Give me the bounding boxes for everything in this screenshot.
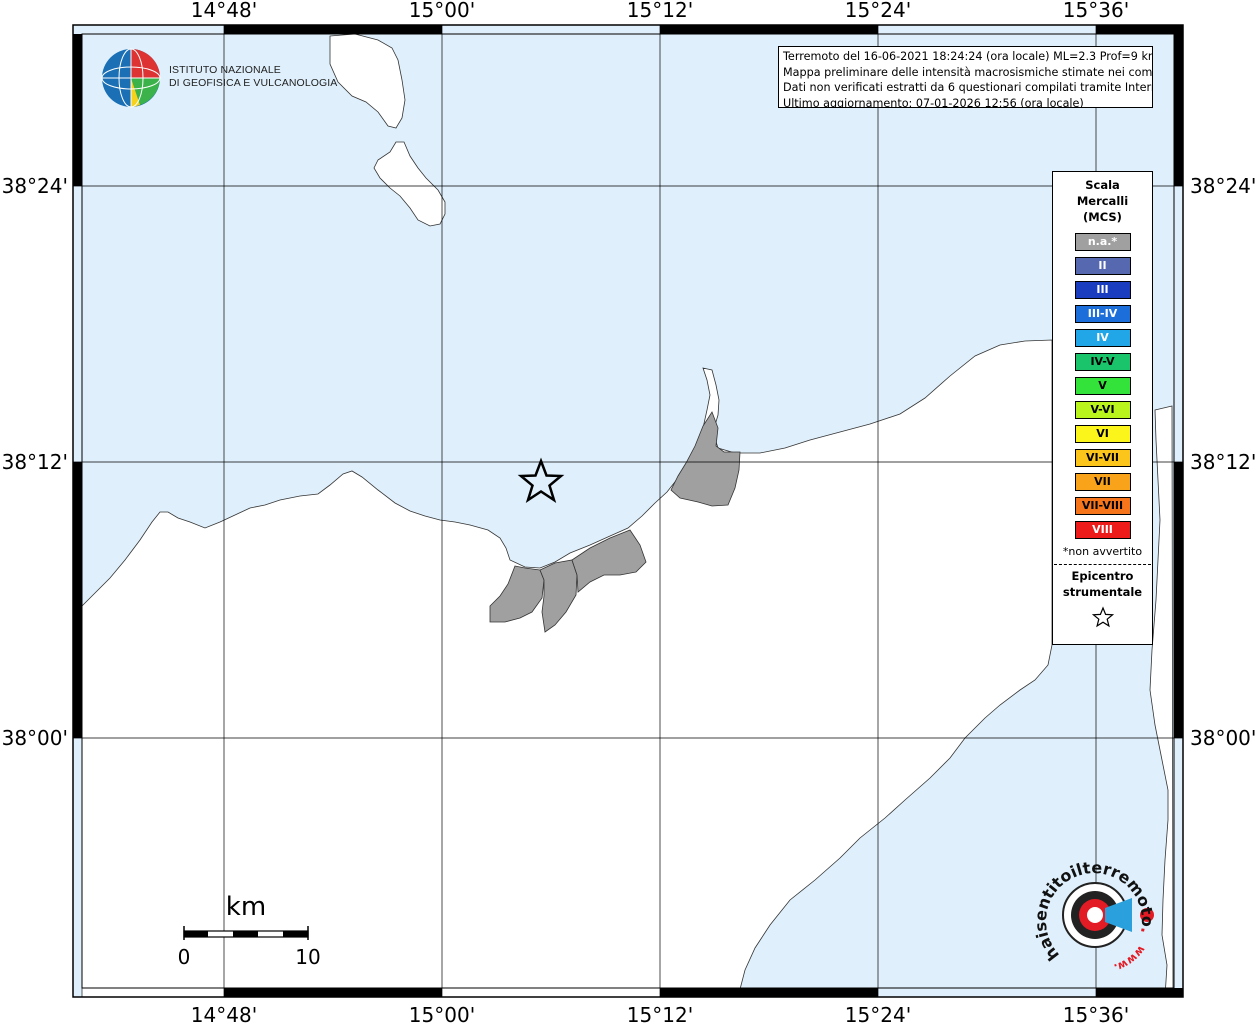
lat-label: 38°12' bbox=[1190, 450, 1255, 474]
lat-label: 38°24' bbox=[2, 174, 68, 198]
lon-label: 15°36' bbox=[1063, 0, 1129, 22]
scale-unit: km bbox=[226, 892, 266, 922]
ingv-logo-text: ISTITUTO NAZIONALE DI GEOFISICA E VULCAN… bbox=[169, 64, 337, 90]
legend-epicenter-label: Epicentro strumentale bbox=[1053, 568, 1152, 600]
lon-label: 14°48' bbox=[191, 0, 257, 22]
scale-max: 10 bbox=[295, 945, 320, 969]
info-line3: Dati non verificati estratti da 6 questi… bbox=[783, 81, 1153, 94]
info-box: Terremoto del 16-06-2021 18:24:24 (ora l… bbox=[778, 46, 1153, 108]
legend-epi-line2: strumentale bbox=[1062, 585, 1143, 599]
legend-item: VI-VII bbox=[1074, 449, 1131, 467]
legend-item: III bbox=[1074, 281, 1131, 299]
lon-label: 15°00' bbox=[409, 1003, 475, 1024]
legend-item: n.a.* bbox=[1074, 233, 1131, 251]
legend-item: V bbox=[1074, 377, 1131, 395]
lon-label: 15°12' bbox=[627, 1003, 693, 1024]
legend-item: VIII bbox=[1074, 521, 1131, 539]
info-line1: Terremoto del 16-06-2021 18:24:24 (ora l… bbox=[783, 50, 1153, 63]
legend-star-icon bbox=[1053, 606, 1152, 632]
ingv-logo-icon bbox=[101, 48, 161, 108]
lon-labels-bottom: 14°48' 15°00' 15°12' 15°24' 15°36' bbox=[191, 1003, 1129, 1027]
info-line2: Mappa preliminare delle intensità macros… bbox=[783, 65, 1153, 79]
lon-label: 15°24' bbox=[845, 0, 911, 22]
legend-item: VII-VIII bbox=[1074, 497, 1131, 515]
legend-title-line1: Scala bbox=[1085, 178, 1120, 192]
lat-label: 38°24' bbox=[1190, 174, 1255, 198]
lat-label: 38°12' bbox=[2, 450, 68, 474]
lat-label: 38°00' bbox=[2, 726, 68, 750]
lat-labels-left: 38°24' 38°12' 38°00' bbox=[2, 174, 68, 750]
legend-divider bbox=[1054, 564, 1151, 565]
legend-item: IV bbox=[1074, 329, 1131, 347]
legend-item: VI bbox=[1074, 425, 1131, 443]
legend-item: IV-V bbox=[1074, 353, 1131, 371]
legend-title: Scala Mercalli (MCS) bbox=[1053, 177, 1152, 225]
legend-items: n.a.* II III III-IV IV IV-V V V-VI VI VI-VII VII VI… bbox=[1053, 233, 1152, 539]
legend-item: III-IV bbox=[1074, 305, 1131, 323]
lon-label: 15°00' bbox=[409, 0, 475, 22]
legend-title-line2: Mercalli bbox=[1076, 194, 1129, 208]
mcs-legend: Scala Mercalli (MCS) n.a.* II III III-IV IV I… bbox=[1052, 171, 1153, 645]
logo-line2: DI GEOFISICA E VULCANOLOGIA bbox=[169, 77, 338, 89]
lon-label: 14°48' bbox=[191, 1003, 257, 1024]
legend-item: VII bbox=[1074, 473, 1131, 491]
legend-item: V-VI bbox=[1074, 401, 1131, 419]
info-line4: Ultimo aggiornamento: 07-01-2026 12:56 (… bbox=[783, 96, 1084, 108]
legend-title-line3: (MCS) bbox=[1083, 210, 1122, 224]
lat-labels-right: 38°24' 38°12' 38°00' bbox=[1190, 174, 1255, 750]
legend-note: *non avvertito bbox=[1062, 545, 1143, 558]
logo-line1: ISTITUTO NAZIONALE bbox=[169, 64, 281, 76]
scale-min: 0 bbox=[178, 945, 191, 969]
lat-label: 38°00' bbox=[1190, 726, 1255, 750]
legend-item: II bbox=[1074, 257, 1131, 275]
legend-epi-line1: Epicentro bbox=[1071, 569, 1134, 583]
lon-label: 15°24' bbox=[845, 1003, 911, 1024]
lon-labels-top: 14°48' 15°00' 15°12' 15°24' 15°36' bbox=[191, 0, 1129, 22]
lon-label: 15°36' bbox=[1063, 1003, 1129, 1024]
lon-label: 15°12' bbox=[627, 0, 693, 22]
